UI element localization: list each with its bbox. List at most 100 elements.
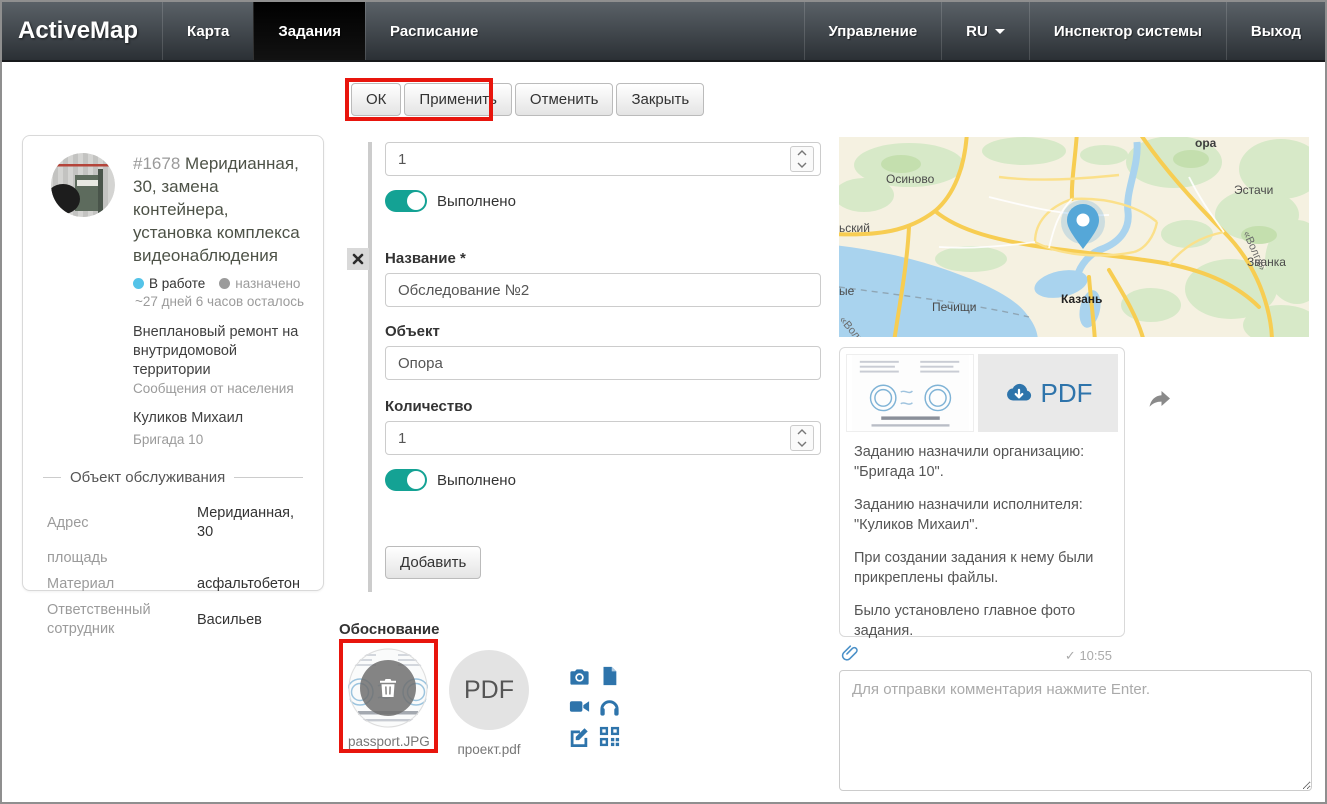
top-nav: ActiveMap Карта Задания Расписание Управ… bbox=[2, 2, 1325, 62]
done-toggle-label: Выполнено bbox=[437, 193, 516, 210]
menu-system-inspector[interactable]: Инспектор системы bbox=[1029, 2, 1226, 60]
nav-spacer bbox=[502, 2, 803, 60]
passport-thumbnail bbox=[348, 648, 428, 728]
map-label-partial: ора bbox=[1195, 137, 1217, 150]
message: Заданию назначили организацию: "Бригада … bbox=[854, 442, 1110, 482]
done-toggle-row: Выполнено bbox=[385, 469, 516, 491]
delete-file-overlay[interactable] bbox=[360, 660, 416, 716]
object-field-label: Объект bbox=[385, 323, 440, 340]
attachment-pdf[interactable]: PDF bbox=[449, 650, 529, 730]
tab-tasks[interactable]: Задания bbox=[253, 2, 365, 60]
attach-media-toolbar bbox=[565, 662, 623, 750]
passport-image-preview[interactable] bbox=[846, 354, 974, 432]
content-area: ОК Применить Отменить Закрыть bbox=[2, 62, 1325, 802]
status-dot-gray bbox=[219, 278, 230, 289]
status-current: В работе bbox=[133, 276, 205, 291]
file-name: passport.JPG bbox=[348, 734, 430, 749]
history-message-card: PDF Заданию назначили организацию: "Бриг… bbox=[839, 347, 1125, 637]
video-camera-icon[interactable] bbox=[565, 692, 593, 720]
attachment-passport[interactable]: passport.JPG bbox=[348, 648, 430, 749]
task-photo bbox=[51, 153, 115, 217]
map-label-pechishchi: Печищи bbox=[932, 300, 976, 314]
tab-map[interactable]: Карта bbox=[162, 2, 253, 60]
edit-note-icon[interactable] bbox=[565, 722, 593, 750]
map[interactable]: Осиново Эстачи Званка Печищи Казань «Вол… bbox=[839, 137, 1309, 337]
message-timestamp: ✓ 10:55 bbox=[840, 648, 1124, 672]
task-photo-avatar[interactable] bbox=[51, 153, 115, 217]
map-label-partial: ые bbox=[839, 284, 855, 298]
status-dot-blue bbox=[133, 278, 144, 289]
task-title: #1678 Меридианная, 30, замена контейнера… bbox=[133, 152, 305, 267]
service-object-fields: АдресМеридианная, 30 площадь Материаласф… bbox=[47, 504, 301, 639]
done-toggle[interactable] bbox=[385, 190, 427, 212]
task-id: #1678 bbox=[133, 154, 180, 173]
file-name: проект.pdf bbox=[449, 742, 529, 757]
done-toggle-label: Выполнено bbox=[437, 472, 516, 489]
attach-file-paperclip-icon[interactable] bbox=[841, 644, 860, 668]
field-row: Материаласфальтобетон bbox=[47, 575, 301, 594]
top-quantity-input[interactable] bbox=[385, 142, 821, 176]
map-label-estachi: Эстачи bbox=[1234, 183, 1273, 197]
assignee-name: Куликов Михаил bbox=[133, 410, 305, 426]
remove-step-button[interactable] bbox=[347, 248, 369, 270]
headphones-icon[interactable] bbox=[595, 692, 623, 720]
task-status-row: В работе назначено bbox=[133, 276, 305, 291]
pdf-attachment-preview[interactable]: PDF bbox=[978, 354, 1118, 432]
name-field-label: Название * bbox=[385, 250, 466, 267]
task-header: #1678 Меридианная, 30, замена контейнера… bbox=[133, 152, 305, 447]
map-label-osinovo: Осиново bbox=[886, 172, 935, 186]
service-object-divider: Объект обслуживания bbox=[43, 469, 303, 486]
field-row: площадь bbox=[47, 549, 301, 568]
app-logo: ActiveMap bbox=[2, 2, 162, 60]
done-toggle[interactable] bbox=[385, 469, 427, 491]
chevron-down-icon bbox=[995, 29, 1005, 34]
object-input[interactable] bbox=[385, 346, 821, 380]
quantity-input[interactable] bbox=[385, 421, 821, 455]
stepper-down-icon[interactable] bbox=[791, 438, 813, 450]
app-window: ActiveMap Карта Задания Расписание Управ… bbox=[0, 0, 1327, 804]
time-remaining: ~27 дней 6 часов осталось bbox=[135, 294, 305, 309]
top-done-toggle-row: Выполнено bbox=[385, 190, 516, 212]
message: Было установлено главное фото задания. bbox=[854, 601, 1110, 641]
task-source: Сообщения от населения bbox=[133, 381, 305, 396]
cancel-button[interactable]: Отменить bbox=[515, 83, 614, 116]
menu-language-dropdown[interactable]: RU bbox=[941, 2, 1029, 60]
comment-input[interactable] bbox=[839, 670, 1312, 791]
message-attachments: PDF bbox=[840, 348, 1124, 432]
close-button[interactable]: Закрыть bbox=[616, 83, 704, 116]
field-row: Ответственный сотрудникВасильев bbox=[47, 601, 301, 639]
check-icon: ✓ bbox=[1065, 648, 1076, 663]
tab-schedule[interactable]: Расписание bbox=[365, 2, 502, 60]
top-quantity-stepper bbox=[790, 146, 814, 172]
menu-logout[interactable]: Выход bbox=[1226, 2, 1325, 60]
trash-icon bbox=[376, 676, 400, 700]
organization-name: Бригада 10 bbox=[133, 432, 305, 447]
photo-camera-icon[interactable] bbox=[565, 662, 593, 690]
stepper-up-icon[interactable] bbox=[791, 147, 813, 159]
quantity-field-label: Количество bbox=[385, 398, 472, 415]
menu-management[interactable]: Управление bbox=[804, 2, 942, 60]
name-input[interactable] bbox=[385, 273, 821, 307]
message: Заданию назначили исполнителя: "Куликов … bbox=[854, 495, 1110, 535]
status-next: назначено bbox=[219, 276, 300, 291]
cloud-download-icon bbox=[1004, 378, 1034, 408]
task-summary-card: #1678 Меридианная, 30, замена контейнера… bbox=[22, 135, 324, 591]
file-document-icon[interactable] bbox=[595, 662, 623, 690]
ok-button[interactable]: ОК bbox=[351, 83, 401, 116]
action-toolbar: ОК Применить Отменить Закрыть bbox=[351, 83, 704, 116]
attachments-label: Обоснование bbox=[339, 621, 439, 638]
field-row: АдресМеридианная, 30 bbox=[47, 504, 301, 542]
add-button[interactable]: Добавить bbox=[385, 546, 481, 579]
message: При создании задания к нему были прикреп… bbox=[854, 548, 1110, 588]
qr-code-icon[interactable] bbox=[595, 722, 623, 750]
pdf-label: PDF bbox=[1041, 378, 1093, 409]
map-label-kazan: Казань bbox=[1061, 292, 1102, 306]
stepper-down-icon[interactable] bbox=[791, 159, 813, 171]
map-label-partial: ьский bbox=[839, 221, 870, 235]
system-messages: Заданию назначили организацию: "Бригада … bbox=[840, 432, 1124, 641]
apply-button[interactable]: Применить bbox=[404, 83, 512, 116]
work-type: Внеплановый ремонт на внутридомовой терр… bbox=[133, 323, 305, 380]
forward-share-icon[interactable] bbox=[1148, 390, 1172, 415]
stepper-up-icon[interactable] bbox=[791, 426, 813, 438]
quantity-stepper bbox=[790, 425, 814, 451]
